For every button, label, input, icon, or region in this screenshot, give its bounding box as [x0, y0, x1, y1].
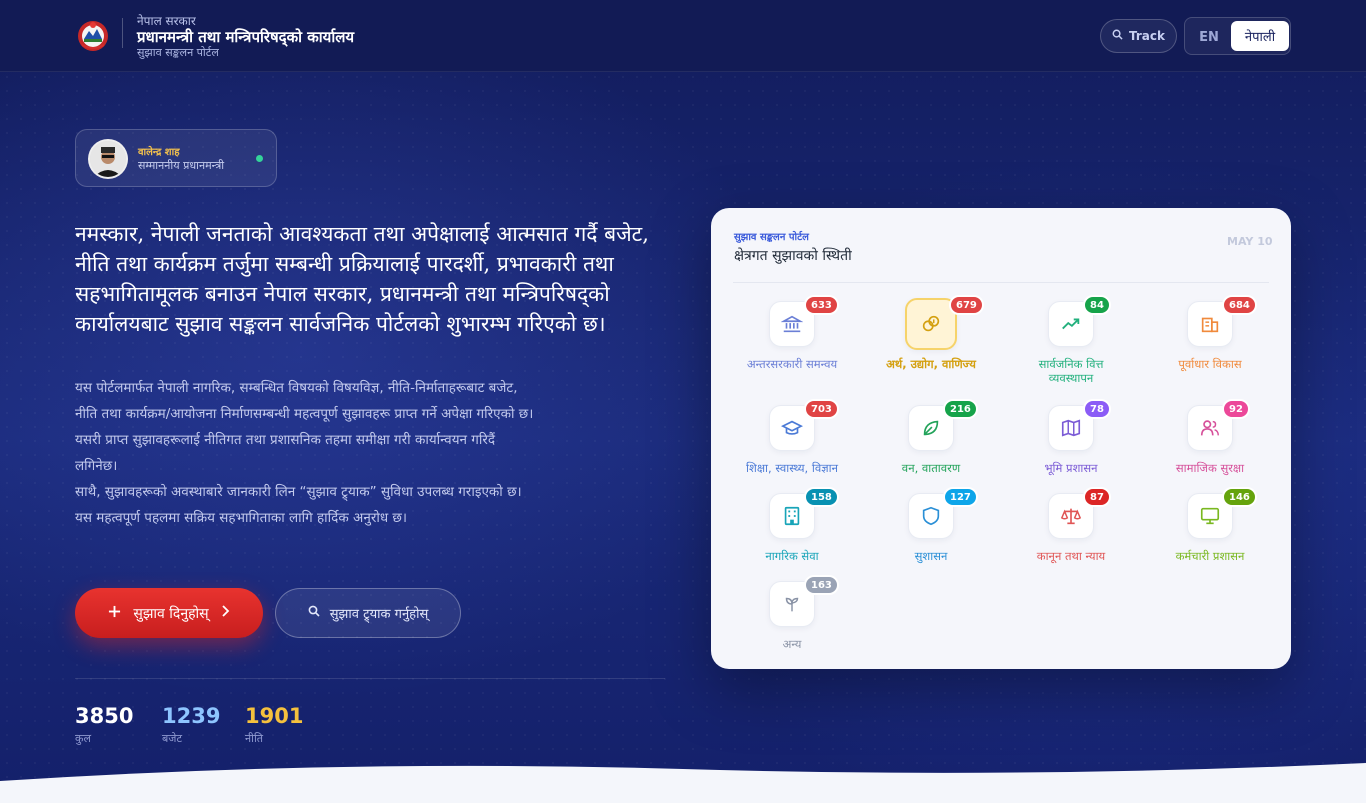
header-office-title: प्रधानमन्त्री तथा मन्त्रिपरिषद्को कार्या… [137, 28, 355, 46]
pm-name: वालेन्द्र शाह [138, 147, 180, 158]
sector-tile-label: कर्मचारी प्रशासन [1175, 549, 1245, 563]
stat-total-value: 3850 [75, 704, 134, 728]
pm-profile-chip: वालेन्द्र शाह सम्माननीय प्रधानमन्त्री [75, 129, 277, 187]
sector-tile-label: नागरिक सेवा [765, 549, 819, 563]
lang-en-option[interactable]: EN [1193, 23, 1225, 51]
count-badge: 163 [804, 575, 839, 595]
count-badge: 633 [804, 295, 839, 315]
lang-nepali-option[interactable]: नेपाली [1231, 21, 1289, 51]
sector-tile[interactable]: 703 शिक्षा, स्वास्थ्य, विज्ञान [722, 399, 862, 485]
online-status-dot [256, 155, 263, 162]
sector-tile-label: अन्य [782, 637, 802, 651]
count-badge: 78 [1083, 399, 1111, 419]
sector-tile[interactable]: 158 नागरिक सेवा [722, 487, 862, 573]
hero-description: यस पोर्टलमार्फत नेपाली नागरिक, सम्बन्धित… [75, 375, 535, 531]
give-suggestion-label: सुझाव दिनुहोस् [133, 605, 209, 622]
stat-policy-label: नीति [245, 732, 264, 745]
count-badge: 84 [1083, 295, 1111, 315]
sector-tile-label: अन्तरसरकारी समन्वय [746, 357, 838, 371]
track-suggestion-label: सुझाव ट्र्याक गर्नुहोस् [329, 607, 429, 622]
chevron-right-icon [221, 605, 230, 621]
track-suggestion-button[interactable]: सुझाव ट्र्याक गर्नुहोस् [275, 588, 461, 638]
hero-headline: नमस्कार, नेपाली जनताको आवश्यकता तथा अपेक… [75, 222, 649, 336]
count-badge: 87 [1083, 487, 1111, 507]
sector-tile[interactable]: 216 वन, वातावरण [861, 399, 1001, 485]
stat-budget: 1239 बजेट [162, 703, 220, 746]
card-divider [733, 282, 1269, 283]
sector-tile[interactable]: 78 भूमि प्रशासन [1001, 399, 1141, 485]
bottom-wave [0, 763, 1366, 803]
pm-role: सम्माननीय प्रधानमन्त्री [138, 159, 225, 172]
stat-policy: 1901 नीति [245, 703, 303, 746]
count-badge: 216 [943, 399, 978, 419]
sector-tile-label: सुशासन [914, 549, 948, 563]
sector-tile[interactable]: 163 अन्य [722, 575, 862, 661]
sector-tile-label: अर्थ, उद्योग, वाणिज्य [886, 357, 976, 371]
count-badge: 684 [1222, 295, 1257, 315]
sector-tile-label: भूमि प्रशासन [1044, 461, 1098, 475]
sector-tile-label: पूर्वाधार विकास [1178, 357, 1242, 371]
stat-budget-label: बजेट [162, 732, 182, 745]
sector-tile-label: वन, वातावरण [901, 461, 961, 475]
hero-paragraph-2: साथै, सुझावहरूको अवस्थाबारे जानकारी लिन … [75, 484, 522, 500]
sector-tile-label: कानून तथा न्याय [1036, 549, 1106, 563]
count-badge: 127 [943, 487, 978, 507]
sector-tile-label: शिक्षा, स्वास्थ्य, विज्ञान [746, 461, 838, 475]
sector-tile[interactable]: 146 कर्मचारी प्रशासन [1140, 487, 1280, 573]
stat-total-label: कुल [75, 732, 91, 745]
sector-tile[interactable]: 84 सार्वजनिक वित्त व्यवस्थापन [1001, 295, 1141, 385]
track-button-label: Track [1129, 29, 1165, 43]
track-button[interactable]: Track [1100, 19, 1177, 53]
stats-divider [75, 678, 665, 679]
sector-tile[interactable]: 92 सामाजिक सुरक्षा [1140, 399, 1280, 485]
sector-tile[interactable]: 87 कानून तथा न्याय [1001, 487, 1141, 573]
hero-paragraph-3: यस महत्वपूर्ण पहलमा सक्रिय सहभागिताका ला… [75, 510, 408, 526]
give-suggestion-button[interactable]: सुझाव दिनुहोस् [75, 588, 263, 638]
count-badge: 158 [804, 487, 839, 507]
plus-icon [108, 605, 121, 622]
stat-policy-value: 1901 [245, 704, 304, 728]
sector-status-card: सुझाव सङ्कलन पोर्टल क्षेत्रगत सुझावको स्… [711, 208, 1291, 669]
sector-tile[interactable]: 684 पूर्वाधार विकास [1140, 295, 1280, 381]
top-header: नेपाल सरकार प्रधानमन्त्री तथा मन्त्रिपरि… [0, 0, 1366, 72]
card-title: क्षेत्रगत सुझावको स्थिती [734, 248, 852, 264]
sector-tile-label: सार्वजनिक वित्त व्यवस्थापन [1038, 357, 1104, 385]
language-switcher: EN नेपाली [1184, 17, 1291, 55]
count-badge: 703 [804, 399, 839, 419]
count-badge: 679 [949, 295, 984, 315]
hero-paragraph-1: यस पोर्टलमार्फत नेपाली नागरिक, सम्बन्धित… [75, 380, 534, 474]
search-icon [308, 605, 320, 621]
count-badge: 146 [1222, 487, 1257, 507]
sector-tile[interactable]: 679 अर्थ, उद्योग, वाणिज्य [861, 295, 1001, 381]
nepal-emblem-logo[interactable] [76, 19, 110, 53]
sector-tile[interactable]: 127 सुशासन [861, 487, 1001, 573]
stat-total: 3850 कुल [75, 703, 133, 746]
count-badge: 92 [1222, 399, 1250, 419]
sector-tile[interactable]: 633 अन्तरसरकारी समन्वय [722, 295, 862, 381]
card-date: MAY 10 [1227, 235, 1273, 248]
sector-tile-label: सामाजिक सुरक्षा [1175, 461, 1245, 475]
search-icon [1112, 29, 1123, 43]
avatar [88, 139, 128, 179]
header-portal-subtitle: सुझाव सङ्कलन पोर्टल [137, 46, 219, 59]
card-subtitle: सुझाव सङ्कलन पोर्टल [734, 232, 809, 243]
stat-budget-value: 1239 [162, 704, 221, 728]
header-divider [122, 18, 123, 48]
